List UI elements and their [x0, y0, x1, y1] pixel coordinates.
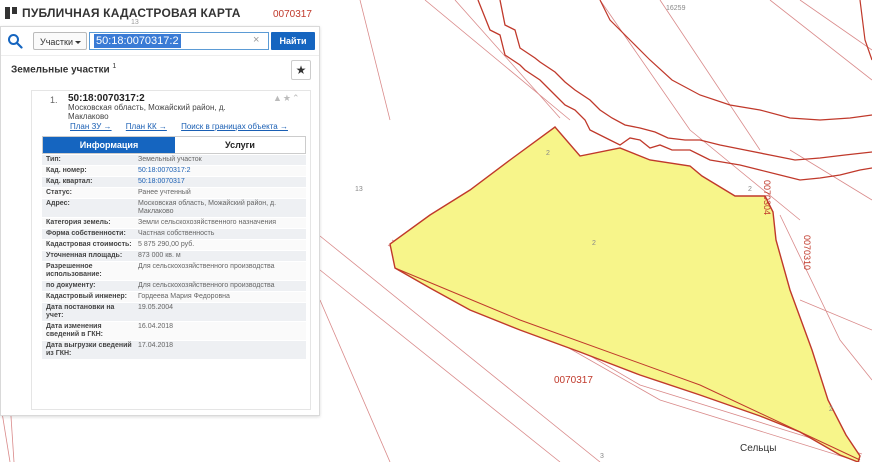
property-row: Дата постановки на учет: 19.05.2004 — [42, 303, 306, 322]
property-label: Дата выгрузки сведений из ГКН: — [46, 342, 132, 357]
boundary-line — [659, 0, 761, 151]
property-value: Земли сельскохозяйственного назначения — [138, 219, 277, 226]
map-label-parcel-number: 2 — [748, 186, 752, 193]
map-label-number: 16259 — [666, 5, 686, 12]
property-label: Кад. номер: — [46, 167, 87, 174]
property-label: Тип: — [46, 156, 61, 163]
property-value: 5 875 290,00 руб. — [138, 241, 195, 248]
plan-kk-link[interactable]: План КК → — [126, 122, 167, 131]
property-value: Гордеева Мария Федоровна — [138, 293, 230, 300]
property-row: Кад. номер: 50:18:0070317:2 — [42, 166, 306, 177]
property-row: Статус: Ранее учтенный — [42, 188, 306, 199]
app-logo-icon — [4, 6, 18, 20]
property-row: Дата изменения сведений в ГКН: 16.04.2018 — [42, 322, 306, 341]
boundary-line — [859, 0, 872, 61]
result-number: 1. — [50, 95, 58, 105]
property-label: Дата постановки на учет: — [46, 304, 115, 319]
results-title: Земельные участки 1 — [11, 63, 116, 75]
search-icon[interactable] — [7, 33, 23, 49]
map-label-quarter: 0070317 — [273, 9, 312, 20]
property-label: Дата изменения сведений в ГКН: — [46, 323, 103, 338]
tab-information[interactable]: Информация — [43, 137, 175, 153]
map-label-number: 3 — [600, 453, 604, 460]
results-title-text: Земельные участки — [11, 64, 110, 76]
boundary-line — [599, 0, 872, 121]
map-label-number: 13 — [355, 186, 363, 193]
search-panel: Участки 50:18:0070317:2 × Найти Земельны… — [0, 26, 320, 416]
property-row: Тип: Земельный участок — [42, 155, 306, 166]
property-row: Категория земель: Земли сельскохозяйствен… — [42, 218, 306, 229]
property-row: Форма собственности: Частная собственност… — [42, 229, 306, 240]
boundary-line — [789, 149, 872, 201]
property-value: 873 000 кв. м — [138, 252, 181, 259]
property-value: Частная собственность — [138, 230, 215, 237]
search-input[interactable]: 50:18:0070317:2 — [89, 32, 269, 50]
property-row: Адрес: Московская область, Можайский райо… — [42, 199, 306, 218]
property-value[interactable]: 50:18:0070317:2 — [136, 166, 306, 176]
boundary-line — [359, 0, 391, 121]
property-label: Категория земель: — [46, 219, 111, 226]
search-input-value: 50:18:0070317:2 — [94, 34, 181, 48]
info-tabs: Информация Услуги — [42, 136, 306, 154]
map-label-parcel-number: 2 — [592, 240, 596, 247]
clear-icon[interactable]: × — [253, 35, 259, 46]
star-icon: ★ — [295, 63, 307, 77]
property-label: Кадастровый инженер: — [46, 293, 128, 300]
result-links: План ЗУ → План КК → Поиск в границах объ… — [70, 122, 300, 131]
boundary-line — [424, 0, 571, 121]
boundary-line — [319, 299, 391, 462]
property-row: Уточненная площадь: 873 000 кв. м — [42, 251, 306, 262]
property-value[interactable]: 50:18:0070317 — [136, 177, 306, 187]
map-label-quarter: 0070317 — [554, 375, 593, 386]
property-row: Кадастровая стоимость: 5 875 290,00 руб. — [42, 240, 306, 251]
properties-table: Тип: Земельный участок Кад. номер: 50:18:0… — [42, 155, 306, 360]
property-label: Кадастровая стоимость: — [46, 241, 132, 248]
property-label: по документу: — [46, 282, 96, 289]
property-value: Московская область, Можайский район, д. … — [138, 200, 277, 215]
property-row: Кад. квартал: 50:18:0070317 — [42, 177, 306, 188]
property-value: 16.04.2018 — [138, 323, 174, 330]
property-label: Разрешенное использование: — [46, 263, 102, 278]
property-label: Уточненная площадь: — [46, 252, 123, 259]
map-label-village: Сельцы — [740, 443, 777, 454]
tab-services[interactable]: Услуги — [175, 137, 305, 153]
property-value: 17.04.2018 — [138, 342, 174, 349]
map-label-parcel-number: 2 — [546, 150, 550, 157]
app-title: ПУБЛИЧНАЯ КАДАСТРОВАЯ КАРТА — [22, 6, 241, 20]
property-row: Дата выгрузки сведений из ГКН: 17.04.2018 — [42, 341, 306, 360]
property-value: Для сельскохозяйственного производства — [138, 282, 275, 289]
results-count: 1 — [112, 63, 117, 70]
map-label-quarter: 0070310 — [802, 235, 812, 271]
search-bar: Участки 50:18:0070317:2 × Найти — [1, 27, 319, 55]
favorites-button[interactable]: ★ — [291, 60, 311, 80]
map-label-quarter: 0070304 — [762, 180, 772, 216]
result-tools-icons[interactable]: ▲★⌃ — [273, 93, 301, 104]
property-label: Форма собственности: — [46, 230, 126, 237]
result-card: 1. 50:18:0070317:2 ▲★⌃ Московская област… — [31, 90, 311, 410]
property-value: 19.05.2004 — [138, 304, 174, 311]
boundary-line — [454, 0, 561, 119]
property-label: Кад. квартал: — [46, 178, 93, 185]
property-row: по документу: Для сельскохозяйственного п… — [42, 281, 306, 292]
property-row: Разрешенное использование: Для сельскохоз… — [42, 262, 306, 281]
result-address: Московская область, Можайский район, д. … — [68, 103, 226, 121]
object-type-value: Участки — [40, 37, 73, 47]
property-value: Ранее учтенный — [138, 189, 191, 196]
map-label-parcel-number: 2 — [829, 406, 833, 413]
boundary-line — [799, 299, 872, 331]
boundary-line — [769, 0, 872, 81]
find-button[interactable]: Найти — [271, 32, 315, 50]
search-within-object-link[interactable]: Поиск в границах объекта → — [181, 122, 288, 131]
property-row: Кадастровый инженер: Гордеева Мария Федор… — [42, 292, 306, 303]
object-type-select[interactable]: Участки — [33, 32, 87, 50]
property-value: Земельный участок — [138, 156, 202, 163]
plan-zu-link[interactable]: План ЗУ → — [70, 122, 112, 131]
results-header: Земельные участки 1 ★ — [1, 55, 319, 84]
app-header: ПУБЛИЧНАЯ КАДАСТРОВАЯ КАРТА — [0, 0, 241, 26]
chevron-down-icon — [75, 41, 81, 44]
property-value: Для сельскохозяйственного производства — [138, 263, 275, 270]
property-label: Адрес: — [46, 200, 70, 207]
property-label: Статус: — [46, 189, 72, 196]
